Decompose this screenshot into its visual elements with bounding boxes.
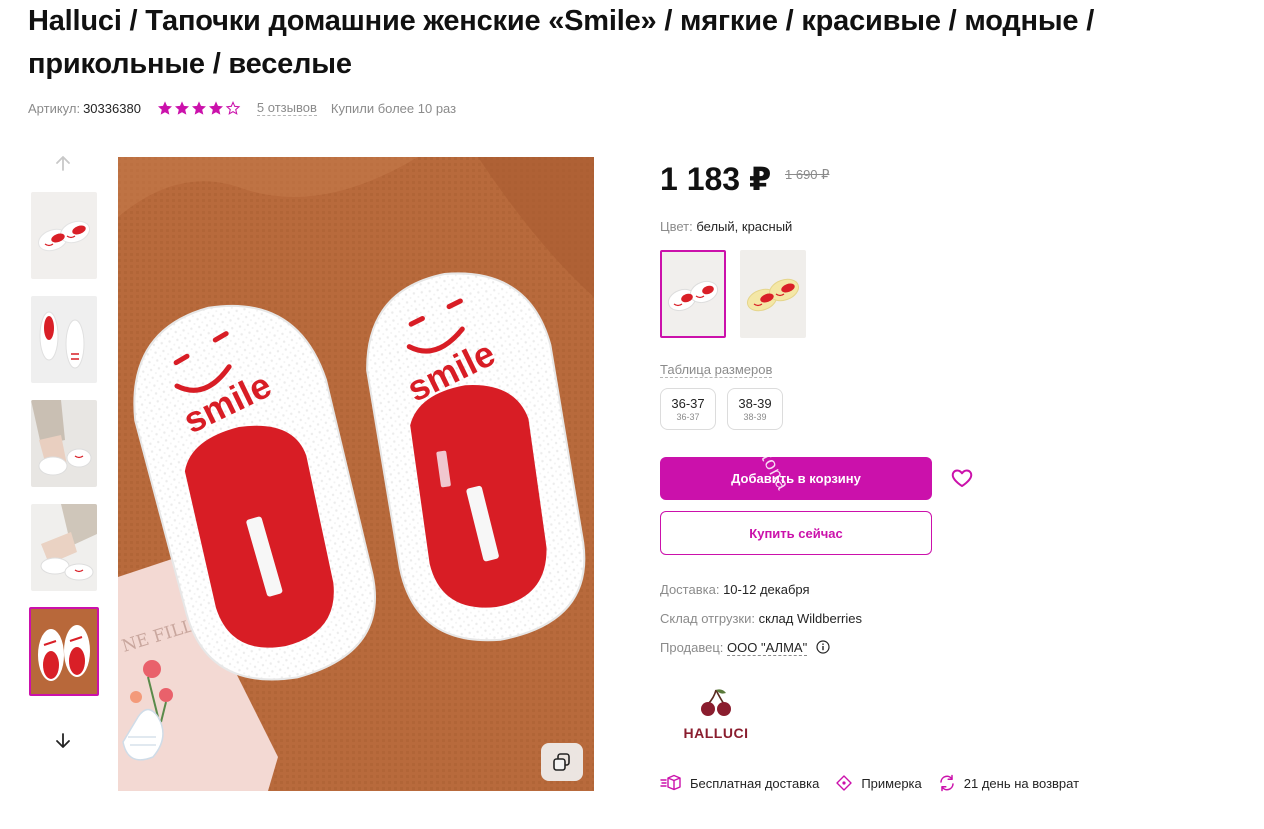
rating-stars bbox=[157, 100, 241, 116]
delivery-label: Доставка: bbox=[660, 582, 720, 597]
feature-free-delivery: Бесплатная доставка bbox=[660, 774, 819, 792]
add-to-cart-button[interactable]: Добавить в корзину bbox=[660, 457, 932, 500]
feature-fitting: Примерка bbox=[835, 774, 922, 792]
size-table-link[interactable]: Таблица размеров bbox=[660, 362, 773, 378]
warehouse-value: склад Wildberries bbox=[758, 611, 862, 626]
arrow-down-icon[interactable] bbox=[52, 730, 74, 752]
cherry-icon bbox=[701, 689, 731, 716]
gallery-thumb[interactable] bbox=[31, 504, 97, 591]
delivery-value: 10-12 декабря bbox=[723, 582, 810, 597]
features-row: Бесплатная доставка Примерка 21 день на … bbox=[660, 772, 1095, 794]
sku-value: 30336380 bbox=[83, 100, 141, 116]
main-product-image[interactable]: NE FILLE smile smile bbox=[118, 157, 594, 791]
bought-count: Купили более 10 раз bbox=[330, 100, 457, 116]
refresh-icon bbox=[940, 774, 954, 792]
star-icon bbox=[157, 101, 172, 115]
size-option[interactable]: 38-39 38-39 bbox=[727, 388, 783, 430]
heart-icon[interactable] bbox=[950, 466, 974, 490]
gallery-thumb[interactable] bbox=[31, 400, 97, 487]
seller-label: Продавец: bbox=[660, 640, 724, 655]
color-swatch-white-red[interactable] bbox=[660, 250, 726, 338]
delivery-info: Доставка: 10-12 декабря bbox=[660, 582, 810, 597]
sku-label: Артикул: bbox=[28, 100, 81, 116]
hanger-icon bbox=[836, 775, 853, 791]
gallery-thumb[interactable] bbox=[31, 296, 97, 383]
feature-label: Бесплатная доставка bbox=[690, 775, 820, 791]
gallery-thumb[interactable] bbox=[31, 192, 97, 279]
brand-logo[interactable]: HALLUCI bbox=[676, 688, 756, 744]
seller-info: Продавец: ООО "АЛМА" bbox=[660, 640, 830, 656]
star-icon bbox=[208, 101, 223, 115]
feature-label: Примерка bbox=[861, 775, 922, 791]
color-label: Цвет: bbox=[660, 219, 693, 234]
info-icon[interactable] bbox=[816, 640, 830, 654]
reviews-link[interactable]: 5 отзывов bbox=[256, 100, 317, 116]
size-ru-value: 38-39 bbox=[743, 412, 767, 422]
product-meta: Артикул: 30336380 5 отзывов Купили более… bbox=[28, 98, 456, 118]
star-outline-icon bbox=[225, 100, 241, 115]
old-price: 1 690 ₽ bbox=[785, 167, 830, 182]
size-value: 38-39 bbox=[738, 396, 772, 411]
star-icon bbox=[191, 101, 206, 115]
zoom-button[interactable] bbox=[541, 743, 583, 781]
warehouse-info: Склад отгрузки: склад Wildberries bbox=[660, 611, 862, 626]
color-swatch-yellow-red[interactable] bbox=[740, 250, 806, 338]
warehouse-label: Склад отгрузки: bbox=[660, 611, 755, 626]
copy-icon bbox=[553, 753, 570, 771]
current-price: 1 183 ₽ bbox=[660, 161, 772, 197]
arrow-up-icon[interactable] bbox=[52, 152, 74, 174]
size-value: 36-37 bbox=[671, 396, 705, 411]
star-icon bbox=[174, 101, 189, 115]
brand-name: HALLUCI bbox=[683, 725, 749, 741]
seller-link[interactable]: ООО "АЛМА" bbox=[727, 640, 808, 656]
feature-label: 21 день на возврат bbox=[963, 775, 1080, 791]
color-value: белый, красный bbox=[696, 219, 793, 234]
gallery-thumb-active[interactable] bbox=[29, 607, 99, 696]
size-option[interactable]: 36-37 36-37 bbox=[660, 388, 716, 430]
color-row: Цвет: белый, красный bbox=[660, 219, 792, 234]
box-icon bbox=[660, 774, 681, 791]
size-ru-value: 36-37 bbox=[676, 412, 700, 422]
feature-return: 21 день на возврат bbox=[938, 774, 1079, 792]
product-title: Halluci / Тапочки домашние женские «Smil… bbox=[28, 5, 1095, 80]
buy-now-button[interactable]: Купить сейчас bbox=[660, 511, 932, 555]
